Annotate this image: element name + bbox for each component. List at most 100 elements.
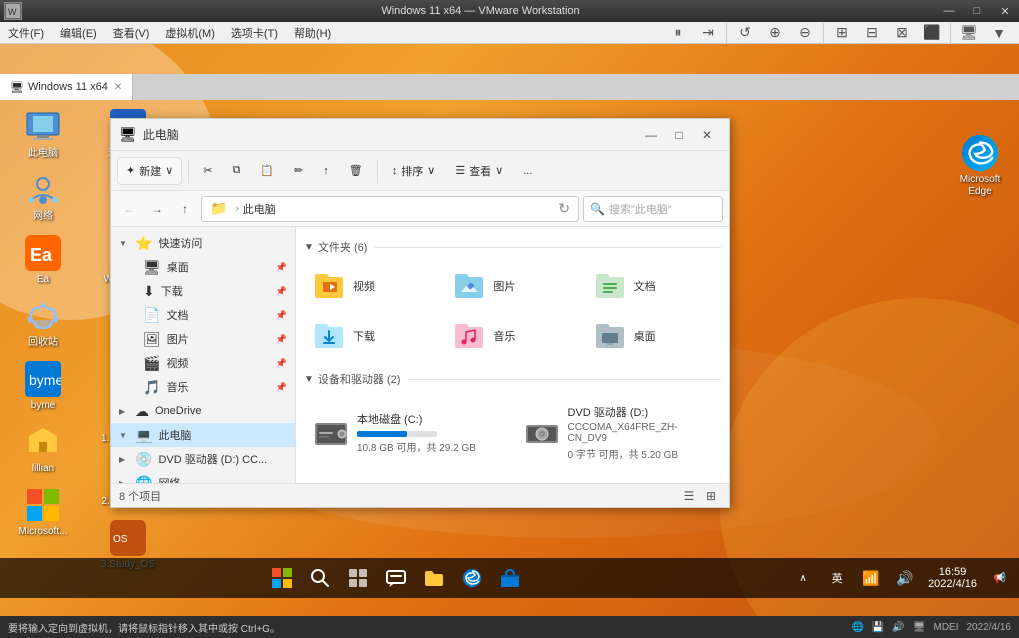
nav-item-network[interactable]: ▶ 🌐 网络	[111, 471, 295, 483]
menu-help[interactable]: 帮助(H)	[286, 22, 339, 44]
fe-cut-btn[interactable]: ✂	[195, 157, 220, 185]
fe-delete-btn[interactable]: 🗑	[341, 157, 371, 185]
taskbar-show-hidden-btn[interactable]: ∧	[788, 563, 818, 593]
vm-tab-win11[interactable]: 🖥 Windows 11 x64 ✕	[0, 74, 133, 100]
taskbar-widgets-btn[interactable]	[343, 563, 373, 593]
taskbar-search-btn[interactable]	[305, 563, 335, 593]
desktop-icon-ea[interactable]: Ea Ea	[4, 230, 82, 289]
desktop-icon-lillian[interactable]: lillian	[4, 419, 82, 478]
vmware-status-icon-sound[interactable]: 🔊	[892, 622, 904, 633]
fe-file-list: ▼ 文件夹 (6)	[296, 227, 729, 483]
taskbar-explorer-btn[interactable]	[419, 563, 449, 593]
menu-vm[interactable]: 虚拟机(M)	[157, 22, 223, 44]
vmware-close-btn[interactable]: ✕	[991, 0, 1019, 22]
toolbar-btn5[interactable]: ⊖	[791, 21, 819, 45]
fe-list-view-btn[interactable]: ☰	[679, 486, 699, 506]
vmware-status-icon-display[interactable]: 🖥	[913, 622, 926, 633]
fe-share-btn[interactable]: ↑	[315, 157, 337, 185]
network-icon	[23, 170, 63, 210]
fe-toolbar-sep2	[377, 159, 378, 183]
folder-item-desktop[interactable]: 桌面	[585, 313, 721, 359]
fe-folders-grid: 视频 图片	[304, 263, 721, 359]
toolbar-pause-btn[interactable]: ⏸	[664, 21, 692, 45]
nav-item-videos[interactable]: 🎬 视频 📌	[111, 351, 295, 375]
folder-item-music[interactable]: 音乐	[444, 313, 580, 359]
folder-item-downloads[interactable]: 下载	[304, 313, 440, 359]
fe-new-button[interactable]: ✦ 新建 ∨	[117, 157, 182, 185]
nav-item-desktop[interactable]: 🖥 桌面 📌	[111, 255, 295, 279]
taskbar-chat-btn[interactable]	[381, 563, 411, 593]
menu-file[interactable]: 文件(F)	[0, 22, 52, 44]
fe-back-btn[interactable]: ←	[117, 197, 141, 221]
fe-more-btn[interactable]: ...	[515, 157, 540, 185]
fe-forward-btn[interactable]: →	[145, 197, 169, 221]
fe-address-box[interactable]: 📁 › 此电脑 ↻	[201, 196, 579, 222]
taskbar-notifications-btn[interactable]: 📢	[985, 563, 1015, 593]
fe-copy-btn[interactable]: ⧉	[225, 157, 249, 185]
desktop-icon-network[interactable]: 网络	[4, 167, 82, 226]
folder-item-video[interactable]: 视频	[304, 263, 440, 309]
fe-close-btn[interactable]: ✕	[693, 121, 721, 149]
folder-item-pictures[interactable]: 图片	[444, 263, 580, 309]
vmware-maximize-btn[interactable]: □	[963, 0, 991, 22]
vmware-status-icon-net[interactable]: 🌐	[851, 622, 863, 633]
fe-search-box[interactable]: 🔍 搜索"此电脑"	[583, 196, 723, 222]
vm-tab-close[interactable]: ✕	[114, 82, 122, 93]
thispc-icon	[23, 107, 63, 147]
taskbar-clock[interactable]: 16:59 2022/4/16	[924, 566, 981, 590]
taskbar-lang-btn[interactable]: 英	[822, 563, 852, 593]
toolbar-btn4[interactable]: ⊕	[761, 21, 789, 45]
desktop-icon-byme[interactable]: byme byme	[4, 356, 82, 415]
drive-item-c[interactable]: 本地磁盘 (C:) 10.8 GB 可用，共 29.2 GB	[304, 395, 511, 470]
menu-view[interactable]: 查看(V)	[105, 22, 158, 44]
fe-paste-btn[interactable]: 📋	[252, 157, 282, 185]
nav-item-quickaccess[interactable]: ▼ ⭐ 快速访问	[111, 231, 295, 255]
toolbar-btn8[interactable]: ⊠	[888, 21, 916, 45]
nav-item-onedrive[interactable]: ▶ ☁ OneDrive	[111, 399, 295, 423]
nav-item-thispc[interactable]: ▼ 💻 此电脑	[111, 423, 295, 447]
nav-item-pictures[interactable]: 🖼 图片 📌	[111, 327, 295, 351]
taskbar-volume-icon[interactable]: 🔊	[890, 563, 920, 593]
menu-edit[interactable]: 编辑(E)	[52, 22, 105, 44]
fe-folders-section-header[interactable]: ▼ 文件夹 (6)	[304, 239, 721, 255]
nav-item-downloads[interactable]: ⬇ 下载 📌	[111, 279, 295, 303]
fe-grid-view-btn[interactable]: ⊞	[701, 486, 721, 506]
fe-maximize-btn[interactable]: □	[665, 121, 693, 149]
fe-sort-btn[interactable]: ↕ 排序 ∨	[384, 157, 444, 185]
ms-edge-box[interactable]: Microsoft Edge	[945, 130, 1015, 201]
desktop-icon-thispc[interactable]: 此电脑	[4, 104, 82, 163]
vmware-status-icon-usb[interactable]: 💾	[872, 622, 884, 633]
taskbar-start-btn[interactable]	[267, 563, 297, 593]
toolbar-btn9[interactable]: ⬛	[918, 21, 946, 45]
folder-name-music: 音乐	[493, 328, 515, 344]
fe-rename-btn[interactable]: ✏	[286, 157, 311, 185]
taskbar-store-btn[interactable]	[495, 563, 525, 593]
nav-item-dvd[interactable]: ▶ 💿 DVD 驱动器 (D:) CC...	[111, 447, 295, 471]
toolbar-btn10[interactable]: 🖥	[955, 21, 983, 45]
ms-edge-desktop-icon[interactable]: Microsoft Edge	[945, 130, 1015, 205]
menu-tab[interactable]: 选项卡(T)	[223, 22, 286, 44]
fe-view-btn[interactable]: ☰ 查看 ∨	[447, 157, 511, 185]
nav-label-quickaccess: 快速访问	[158, 235, 287, 251]
nav-item-music[interactable]: 🎵 音乐 📌	[111, 375, 295, 399]
taskbar-network-icon[interactable]: 📶	[856, 563, 886, 593]
fe-minimize-btn[interactable]: —	[637, 121, 665, 149]
new-label: 新建	[139, 163, 161, 179]
toolbar-btn11[interactable]: ▼	[985, 21, 1013, 45]
taskbar-time: 16:59	[939, 566, 967, 578]
desktop-icon-recycle[interactable]: 回收站	[4, 293, 82, 352]
fe-up-btn[interactable]: ↑	[173, 197, 197, 221]
vmware-minimize-btn[interactable]: —	[935, 0, 963, 22]
toolbar-btn7[interactable]: ⊟	[858, 21, 886, 45]
nav-item-documents[interactable]: 📄 文档 📌	[111, 303, 295, 327]
fe-drives-section-header[interactable]: ▼ 设备和驱动器 (2)	[304, 371, 721, 387]
taskbar-edge-btn[interactable]	[457, 563, 487, 593]
desktop-icon-microsoft[interactable]: Microsoft...	[4, 482, 82, 541]
toolbar-btn2[interactable]: ⇥	[694, 21, 722, 45]
toolbar-btn3[interactable]: ↺	[731, 21, 759, 45]
folder-item-documents[interactable]: 文档	[585, 263, 721, 309]
address-refresh-btn[interactable]: ↻	[558, 200, 570, 217]
drive-item-d[interactable]: DVD 驱动器 (D:) CCCOMA_X64FRE_ZH-CN_DV9 0 字…	[515, 395, 722, 470]
toolbar-btn6[interactable]: ⊞	[828, 21, 856, 45]
lillian-icon	[23, 422, 63, 462]
